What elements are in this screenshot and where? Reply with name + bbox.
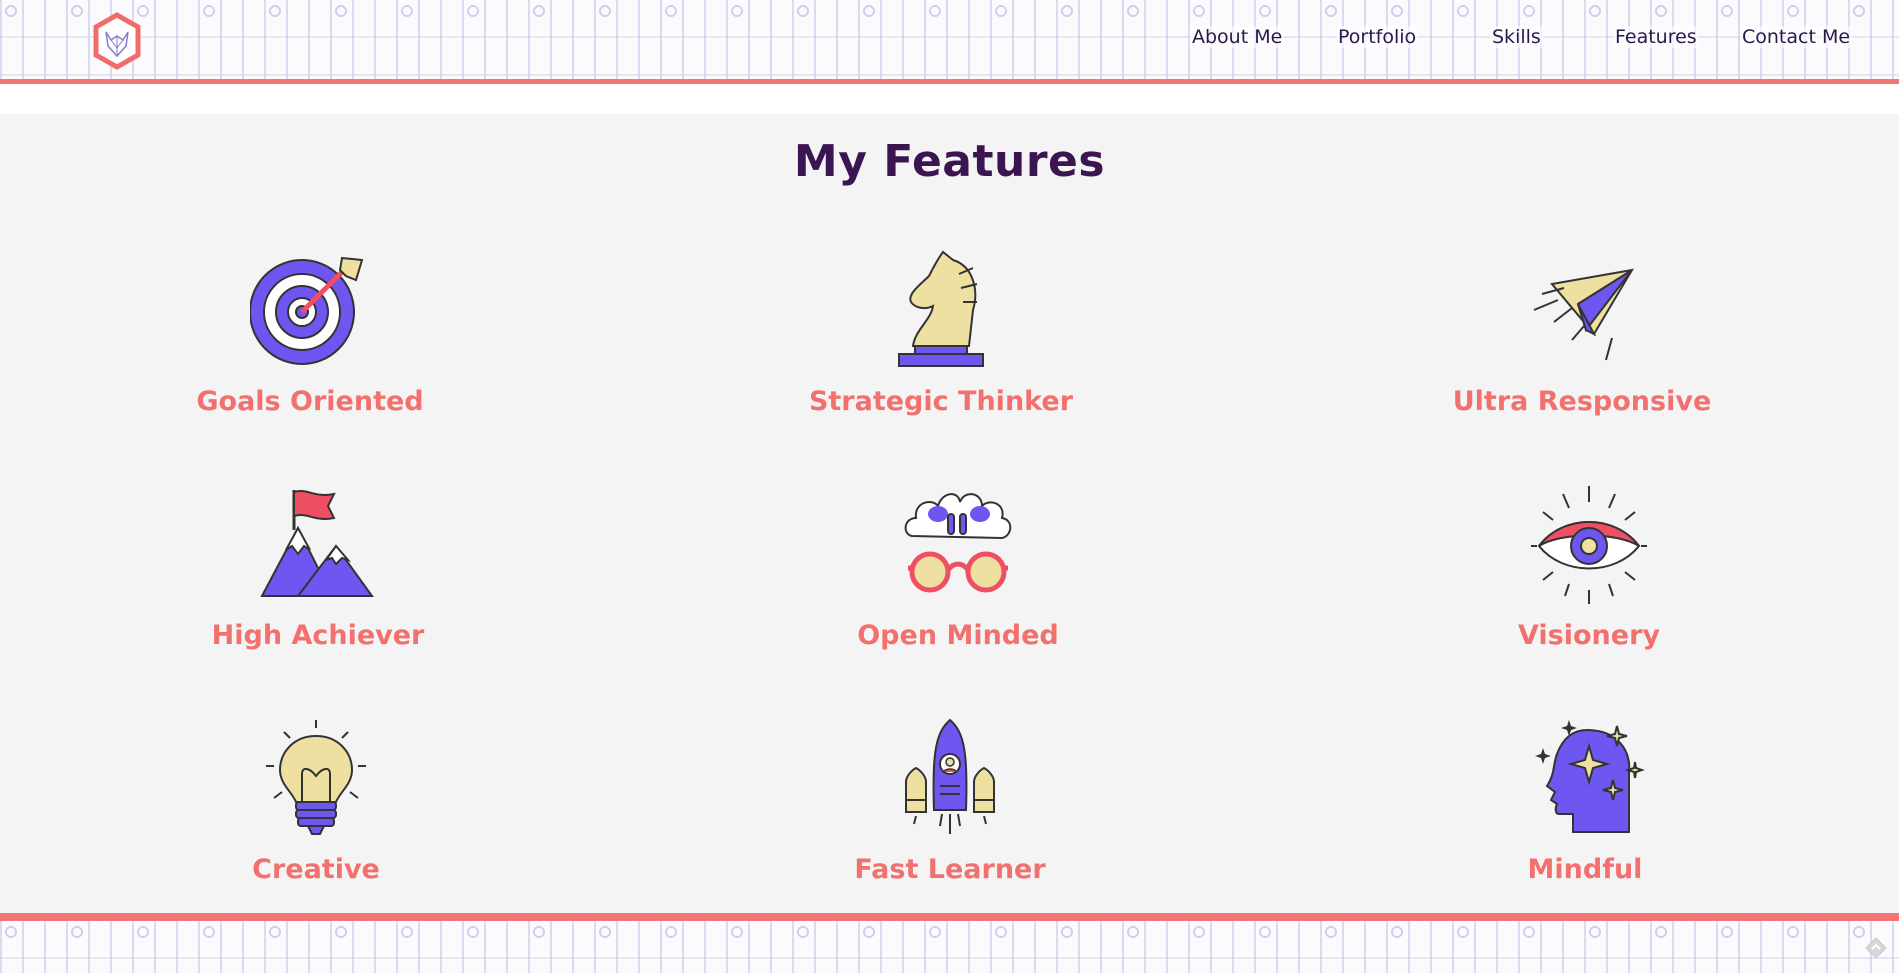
feature-label: Goals Oriented	[196, 386, 424, 417]
feature-ultra-responsive: Ultra Responsive	[1422, 250, 1742, 450]
feature-open-minded: Open Minded	[798, 484, 1118, 684]
nav-portfolio[interactable]: Portfolio	[1336, 26, 1419, 48]
lightbulb-icon	[256, 718, 376, 838]
feature-label: Creative	[252, 854, 380, 885]
nav-about-me[interactable]: About Me	[1190, 26, 1285, 48]
features-section: My Features Goals Oriented Strategic Thi…	[0, 114, 1899, 914]
feature-creative: Creative	[156, 718, 476, 918]
feature-fast-learner: Fast Learner	[790, 718, 1110, 918]
rocket-icon	[890, 718, 1010, 838]
nav-contact-me[interactable]: Contact Me	[1740, 26, 1853, 48]
feature-label: Fast Learner	[854, 854, 1046, 885]
nav-skills[interactable]: Skills	[1490, 26, 1543, 48]
feature-visionery: Visionery	[1429, 484, 1749, 684]
feature-high-achiever: High Achiever	[158, 484, 478, 684]
feature-goals-oriented: Goals Oriented	[150, 250, 470, 450]
mountain-flag-icon	[258, 484, 378, 604]
head-sparkles-icon	[1525, 718, 1646, 838]
scroll-top-icon[interactable]	[1865, 937, 1887, 959]
feature-mindful: Mindful	[1425, 718, 1745, 918]
main-nav: About Me Portfolio Skills Features Conta…	[0, 26, 1899, 56]
chess-knight-icon	[881, 250, 1001, 370]
site-footer	[0, 921, 1899, 973]
paper-plane-icon	[1522, 250, 1642, 370]
feature-label: Strategic Thinker	[808, 386, 1074, 417]
section-title: My Features	[793, 136, 1106, 187]
eye-icon	[1529, 484, 1649, 604]
feature-label: Mindful	[1527, 854, 1643, 885]
nav-features[interactable]: Features	[1613, 26, 1699, 48]
feature-label: High Achiever	[211, 620, 425, 651]
feature-label: Open Minded	[857, 620, 1059, 651]
footer-divider	[0, 913, 1899, 921]
feature-strategic-thinker: Strategic Thinker	[781, 250, 1101, 450]
feature-label: Visionery	[1517, 620, 1660, 651]
feature-label: Ultra Responsive	[1452, 386, 1712, 417]
brain-glasses-icon	[898, 484, 1018, 604]
target-arrow-icon	[249, 250, 370, 370]
site-header: About Me Portfolio Skills Features Conta…	[0, 0, 1899, 84]
